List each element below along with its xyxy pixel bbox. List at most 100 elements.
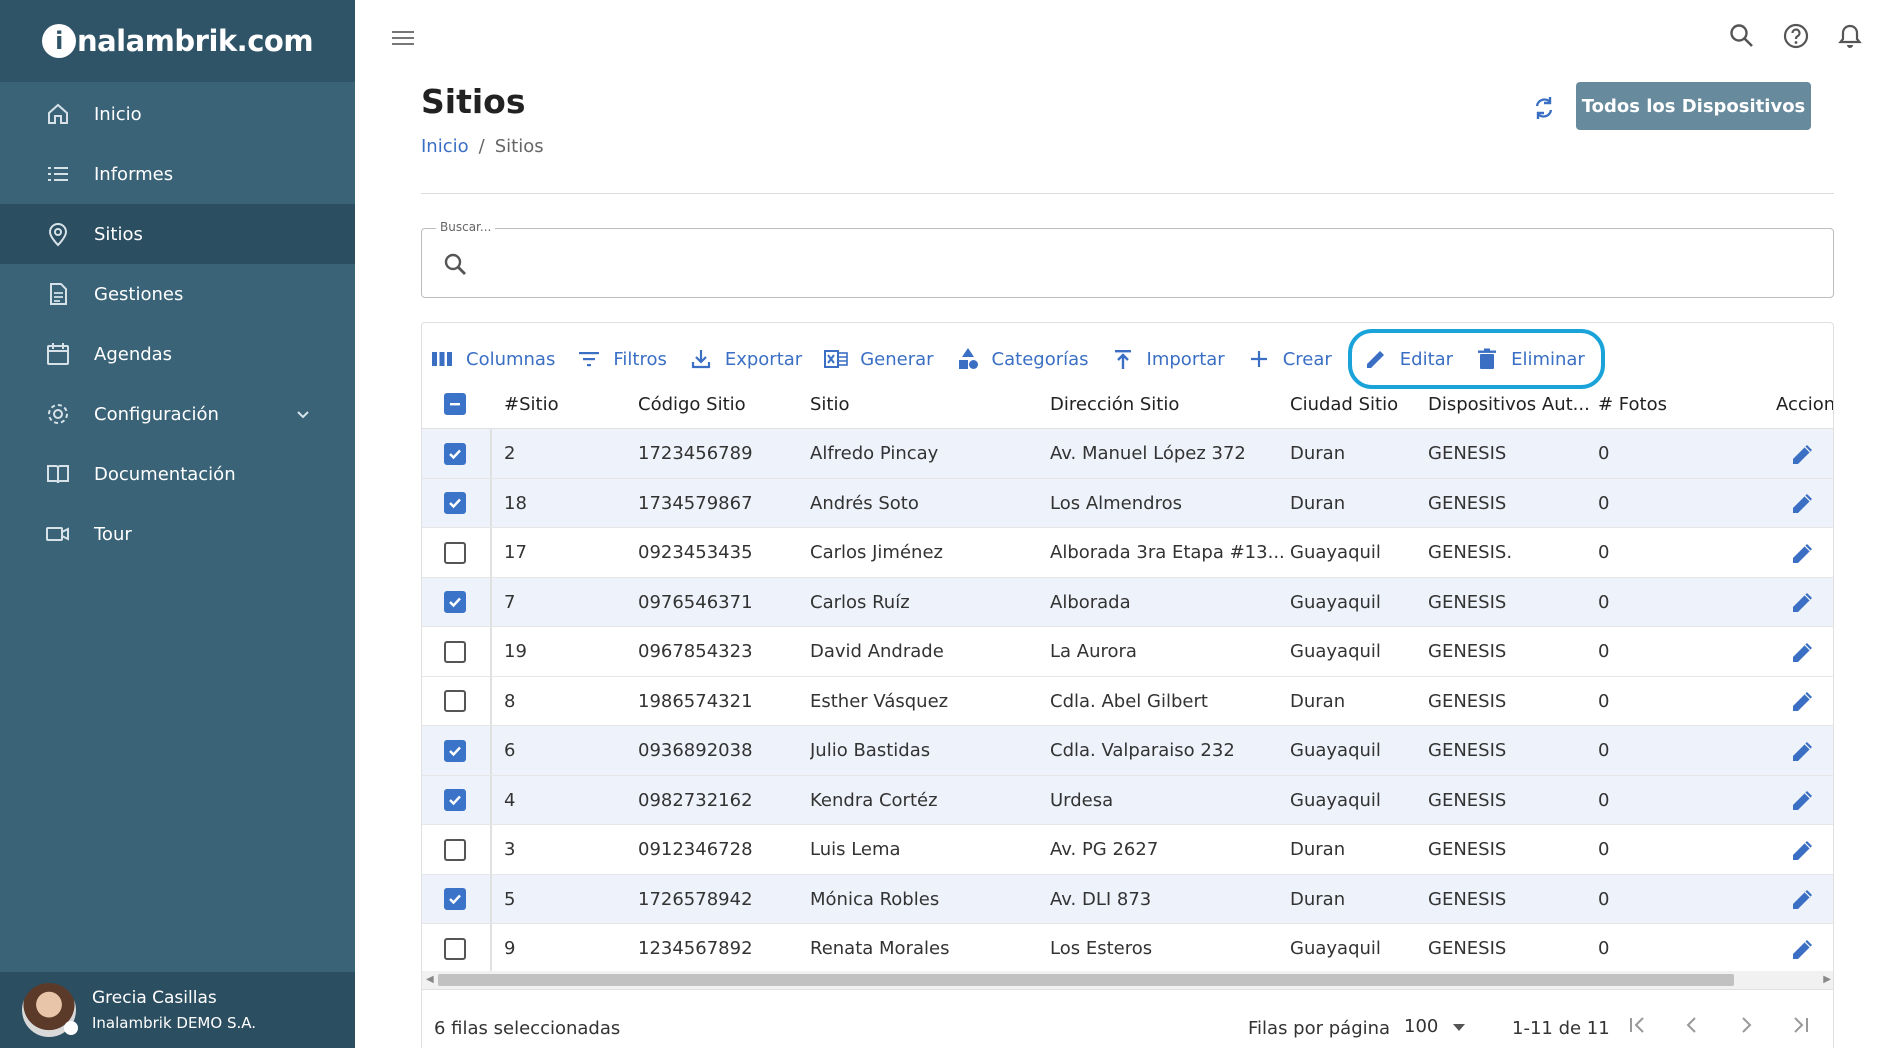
table-cell: GENESIS [1428,443,1507,464]
row-checkbox[interactable] [444,937,466,960]
row-checkbox[interactable] [444,789,466,811]
first-page-icon[interactable] [1627,1014,1649,1036]
help-icon[interactable] [1782,22,1810,50]
pencil-icon[interactable] [1790,441,1816,467]
row-checkbox[interactable] [444,888,466,910]
all-devices-button[interactable]: Todos los Dispositivos [1576,82,1811,130]
sidebar-nav: Inicio Informes Sitios Gestiones Agendas Conf… [0,84,355,564]
generate-button[interactable]: Generar [824,347,934,371]
pinned-column-divider [490,478,492,527]
row-checkbox[interactable] [444,838,466,861]
column-header[interactable]: Sitio [810,379,850,429]
pencil-icon[interactable] [1790,540,1816,566]
pencil-icon[interactable] [1790,837,1816,863]
sidebar-item-gestiones[interactable]: Gestiones [0,264,355,324]
row-checkbox[interactable] [444,591,466,613]
table-row[interactable]: 2 1723456789 Alfredo Pincay Av. Manuel Lópe… [422,429,1833,479]
column-header[interactable]: #Sitio [504,379,559,429]
table-row[interactable]: 5 1726578942 Mónica Robles Av. DLI 873 Duran… [422,874,1833,924]
import-button[interactable]: Importar [1111,347,1225,371]
column-header[interactable]: Accion [1776,379,1833,429]
pencil-icon[interactable] [1790,886,1816,912]
previous-page-icon[interactable] [1681,1014,1703,1036]
column-header[interactable]: Ciudad Sitio [1290,379,1398,429]
table-row[interactable]: 19 0967854323 David Andrade La Aurora Guayaq… [422,627,1833,677]
pencil-icon[interactable] [1790,688,1816,714]
select-all-checkbox[interactable] [444,393,466,415]
table-cell: 5 [504,888,516,910]
edit-button[interactable]: Editar [1364,347,1453,371]
sidebar-item-sitios[interactable]: Sitios [0,204,355,264]
chevron-down-icon[interactable] [295,406,311,427]
column-header[interactable]: Dirección Sitio [1050,379,1179,429]
column-header[interactable]: Código Sitio [638,379,746,429]
refresh-icon[interactable] [1530,94,1558,122]
search-field[interactable]: Buscar... [421,220,1834,298]
sidebar-item-configuraci-n[interactable]: Configuración [0,384,355,444]
bell-icon[interactable] [1836,22,1864,50]
logo-bar: i nalambrik.com [0,0,355,82]
categories-button[interactable]: Categorías [956,347,1089,371]
scrollbar-thumb[interactable] [438,974,1734,986]
filters-button[interactable]: Filtros [577,347,667,371]
row-action-cell [1790,776,1816,825]
table-cell: Cdla. Abel Gilbert [1050,690,1208,712]
sidebar-item-label: Inicio [94,103,142,125]
table-cell: 7 [504,591,516,613]
breadcrumb-home-link[interactable]: Inicio [421,136,469,157]
table-row[interactable]: 18 1734579867 Andrés Soto Los Almendros Dura… [422,478,1833,528]
row-checkbox[interactable] [444,541,466,564]
sidebar-item-documentaci-n[interactable]: Documentación [0,444,355,504]
user-profile[interactable]: Grecia Casillas Inalambrik DEMO S.A. [0,972,355,1048]
last-page-icon[interactable] [1789,1014,1811,1036]
pencil-icon[interactable] [1790,589,1816,615]
row-select-cell [444,726,466,775]
table-row[interactable]: 4 0982732162 Kendra Cortéz Urdesa Guayaquil G… [422,775,1833,825]
row-checkbox[interactable] [444,640,466,663]
sidebar-item-label: Sitios [94,223,143,245]
row-action-cell [1790,429,1816,478]
next-page-icon[interactable] [1735,1014,1757,1036]
rows-per-page-select[interactable]: 100 [1404,1016,1466,1037]
pencil-icon[interactable] [1790,639,1816,665]
row-checkbox[interactable] [444,690,466,712]
pencil-icon[interactable] [1790,787,1816,813]
hamburger-menu-icon[interactable] [390,26,416,50]
table-row[interactable]: 8 1986574321 Esther Vásquez Cdla. Abel Gilb… [422,676,1833,726]
export-button[interactable]: Exportar [689,347,802,371]
categories-label: Categorías [991,348,1089,370]
table-cell: 0967854323 [638,641,753,662]
scroll-left-arrow[interactable]: ◀ [426,974,434,985]
row-checkbox[interactable] [444,492,466,514]
column-header[interactable]: # Fotos [1598,379,1667,429]
search-icon[interactable] [1728,22,1756,50]
sidebar-item-tour[interactable]: Tour [0,504,355,564]
brand-logo[interactable]: i nalambrik.com [41,24,314,58]
table-row[interactable]: 17 0923453435 Carlos Jiménez Alborada 3ra E… [422,528,1833,578]
page-title: Sitios [421,82,526,121]
table-cell: 0 [1598,542,1610,563]
table-cell: 0 [1598,591,1610,613]
table-row[interactable]: 7 0976546371 Carlos Ruíz Alborada Guayaquil G… [422,577,1833,627]
pencil-icon[interactable] [1790,738,1816,764]
pencil-icon[interactable] [1790,936,1816,962]
row-checkbox[interactable] [444,442,466,465]
table-cell: Mónica Robles [810,888,940,910]
row-checkbox[interactable] [444,739,466,762]
delete-button[interactable]: Eliminar [1475,347,1585,371]
table-row[interactable]: 6 0936892038 Julio Bastidas Cdla. Valparais… [422,726,1833,776]
sidebar-item-informes[interactable]: Informes [0,144,355,204]
table-row[interactable]: 9 1234567892 Renata Morales Los Esteros Guay… [422,924,1833,974]
import-label: Importar [1146,348,1225,370]
column-header[interactable]: Dispositivos Aut... [1428,379,1590,429]
table-row[interactable]: 3 0912346728 Luis Lema Av. PG 2627 Duran GENE… [422,825,1833,875]
table-body: 2 1723456789 Alfredo Pincay Av. Manuel Lópe… [422,429,1833,974]
sidebar-item-inicio[interactable]: Inicio [0,84,355,144]
table-cell: 0 [1598,690,1610,712]
scroll-right-arrow[interactable]: ▶ [1823,974,1831,985]
horizontal-scrollbar[interactable]: ◀ ▶ [422,971,1833,989]
sidebar-item-agendas[interactable]: Agendas [0,324,355,384]
create-button[interactable]: Crear [1247,347,1332,371]
columns-button[interactable]: Columnas [430,347,555,371]
pencil-icon[interactable] [1790,490,1816,516]
